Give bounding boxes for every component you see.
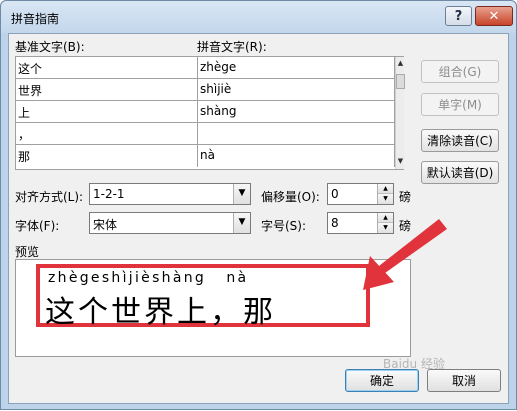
pinyin-guide-dialog: 拼音指南 ? ✕ 基准文字(B): 拼音文字(R): 这个 zhège 世界 s… [0,0,517,410]
watermark: Baidu 经验 [383,357,445,371]
arrow-shaft [379,219,447,273]
red-arrow-annotation [363,219,447,290]
